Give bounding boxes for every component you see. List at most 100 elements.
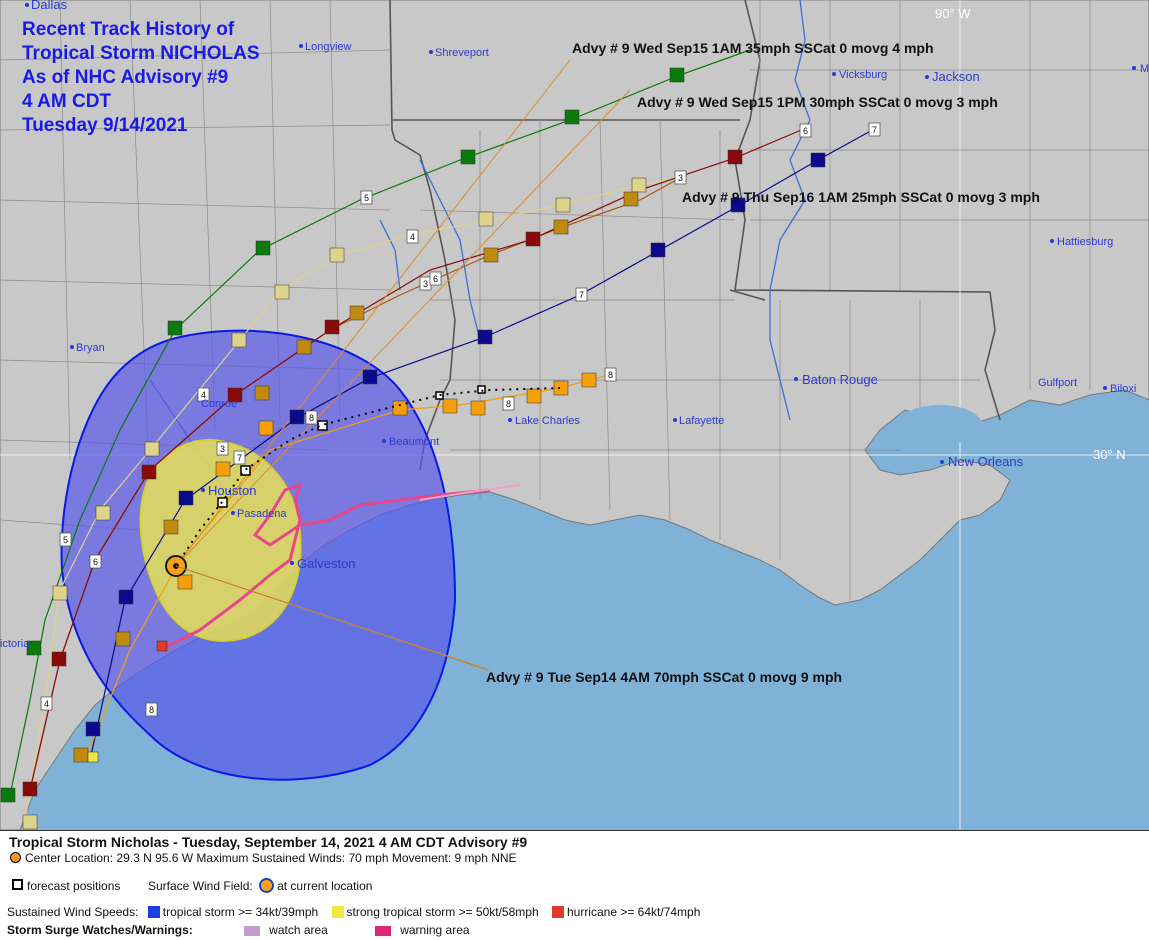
city-biloxi: Biloxi bbox=[1110, 383, 1136, 395]
pos-red bbox=[156, 640, 168, 652]
city-baton-rouge: Baton Rouge bbox=[802, 372, 878, 387]
pos-green bbox=[167, 320, 183, 336]
pos-orange bbox=[553, 380, 569, 396]
title-line-3: As of NHC Advisory #9 bbox=[22, 67, 228, 88]
pos-navy bbox=[362, 369, 378, 385]
pos-tan bbox=[329, 247, 345, 263]
pos-tan bbox=[231, 332, 247, 348]
legend-sustained-wind-speeds: Sustained Wind Speeds: tropical storm >=… bbox=[7, 905, 700, 919]
pos-orange bbox=[526, 388, 542, 404]
pos-green bbox=[255, 240, 271, 256]
sustained-wind-speeds-label: Sustained Wind Speeds: bbox=[7, 905, 139, 919]
lake-pontchartrain bbox=[898, 405, 982, 445]
pos-orange bbox=[442, 398, 458, 414]
svg-text:4: 4 bbox=[410, 232, 415, 242]
svg-text:7: 7 bbox=[579, 290, 584, 300]
pos-ochre bbox=[349, 305, 365, 321]
svg-text:6: 6 bbox=[93, 557, 98, 567]
center-location-text: Center Location: 29.3 N 95.6 W Maximum S… bbox=[25, 851, 517, 865]
pos-maroon bbox=[324, 319, 340, 335]
storm-center-icon bbox=[10, 852, 21, 863]
forecast-positions-label: forecast positions bbox=[27, 879, 121, 893]
wind-field-center-icon bbox=[259, 878, 275, 893]
pos-ochre bbox=[115, 631, 131, 647]
advisory-label-wed-1am: Advy # 9 Wed Sep15 1AM 35mph SSCat 0 mov… bbox=[572, 40, 934, 56]
svg-text:7: 7 bbox=[872, 125, 877, 135]
strong-tropical-storm-label: strong tropical storm >= 50kt/58mph bbox=[346, 905, 539, 919]
city-m-edge: M bbox=[1140, 63, 1149, 75]
city-conroe: Conroe bbox=[201, 398, 237, 410]
pos-ochre bbox=[163, 519, 179, 535]
city-victoria: ictoria bbox=[0, 638, 30, 650]
pos-green bbox=[0, 787, 16, 803]
advisory-label-thu-1am: Advy # 9 Thu Sep16 1AM 25mph SSCat 0 mov… bbox=[682, 189, 1040, 205]
city-galveston: Galveston bbox=[297, 556, 356, 571]
svg-text:8: 8 bbox=[149, 705, 154, 715]
city-gulfport: Gulfport bbox=[1038, 377, 1077, 389]
title-line-2: Tropical Storm NICHOLAS bbox=[22, 43, 260, 64]
pos-yellow bbox=[87, 751, 99, 763]
pos-tan bbox=[274, 284, 290, 300]
pos-ochre bbox=[73, 747, 89, 763]
legend-title: Tropical Storm Nicholas - Tuesday, Septe… bbox=[9, 834, 528, 850]
tropical-storm-swatch bbox=[147, 906, 160, 918]
city-jackson: Jackson bbox=[932, 69, 980, 84]
pos-navy bbox=[810, 152, 826, 168]
pos-tan bbox=[144, 441, 160, 457]
svg-text:8: 8 bbox=[608, 370, 613, 380]
advisory-label-tue-4am: Advy # 9 Tue Sep14 4AM 70mph SSCat 0 mov… bbox=[486, 669, 842, 685]
svg-text:3: 3 bbox=[220, 444, 225, 454]
pos-green bbox=[460, 149, 476, 165]
legend-storm-surge: Storm Surge Watches/Warnings: watch area… bbox=[7, 923, 470, 937]
pos-navy bbox=[85, 721, 101, 737]
pos-ochre bbox=[296, 339, 312, 355]
city-lake-charles: Lake Charles bbox=[515, 415, 580, 427]
storm-track-map: 90° W 30° N 54 3 6 36 77 43 78 88 56 48 … bbox=[0, 0, 1149, 830]
pos-green bbox=[564, 109, 580, 125]
legend-center-line: Center Location: 29.3 N 95.6 W Maximum S… bbox=[10, 851, 517, 865]
forecast-position-icon bbox=[12, 879, 23, 890]
city-shreveport: Shreveport bbox=[435, 47, 489, 59]
svg-text:6: 6 bbox=[433, 274, 438, 284]
pos-ochre bbox=[623, 191, 639, 207]
svg-text:3: 3 bbox=[678, 173, 683, 183]
city-bryan: Bryan bbox=[76, 342, 105, 354]
watch-area-swatch bbox=[244, 926, 261, 936]
legend-surface-wind-field: Surface Wind Field: at current location bbox=[148, 878, 372, 893]
surface-wind-field-label: Surface Wind Field: bbox=[148, 879, 253, 893]
city-longview: Longview bbox=[305, 41, 352, 53]
city-pasadena: Pasadena bbox=[237, 508, 287, 520]
legend-panel: Tropical Storm Nicholas - Tuesday, Septe… bbox=[0, 830, 1149, 940]
city-dallas: Dallas bbox=[31, 0, 68, 12]
svg-text:8: 8 bbox=[506, 399, 511, 409]
pos-orange bbox=[392, 400, 408, 416]
pos-orange bbox=[470, 400, 486, 416]
hurricane-swatch bbox=[551, 906, 564, 918]
storm-surge-label: Storm Surge Watches/Warnings: bbox=[7, 923, 193, 937]
strong-tropical-storm-swatch bbox=[331, 906, 344, 918]
svg-text:4: 4 bbox=[44, 699, 49, 709]
pos-maroon bbox=[51, 651, 67, 667]
pos-navy bbox=[477, 329, 493, 345]
svg-text:7: 7 bbox=[237, 453, 242, 463]
longitude-label: 90° W bbox=[935, 6, 971, 21]
pos-tan bbox=[95, 505, 111, 521]
pos-navy bbox=[178, 490, 194, 506]
title-line-5: Tuesday 9/14/2021 bbox=[22, 115, 188, 136]
pos-orange bbox=[177, 574, 193, 590]
pos-navy bbox=[118, 589, 134, 605]
pos-tan bbox=[478, 211, 494, 227]
city-hattiesburg: Hattiesburg bbox=[1057, 236, 1113, 248]
svg-text:6: 6 bbox=[803, 126, 808, 136]
warning-area-label: warning area bbox=[400, 923, 470, 937]
pos-ochre bbox=[254, 385, 270, 401]
hurricane-label: hurricane >= 64kt/74mph bbox=[566, 905, 701, 919]
city-beaumont: Beaumont bbox=[389, 436, 439, 448]
pos-tan bbox=[631, 177, 647, 193]
pos-maroon bbox=[525, 231, 541, 247]
pos-maroon bbox=[141, 464, 157, 480]
title-line-1: Recent Track History of bbox=[22, 19, 235, 40]
city-houston: Houston bbox=[208, 483, 256, 498]
pos-navy bbox=[289, 409, 305, 425]
pos-maroon bbox=[22, 781, 38, 797]
